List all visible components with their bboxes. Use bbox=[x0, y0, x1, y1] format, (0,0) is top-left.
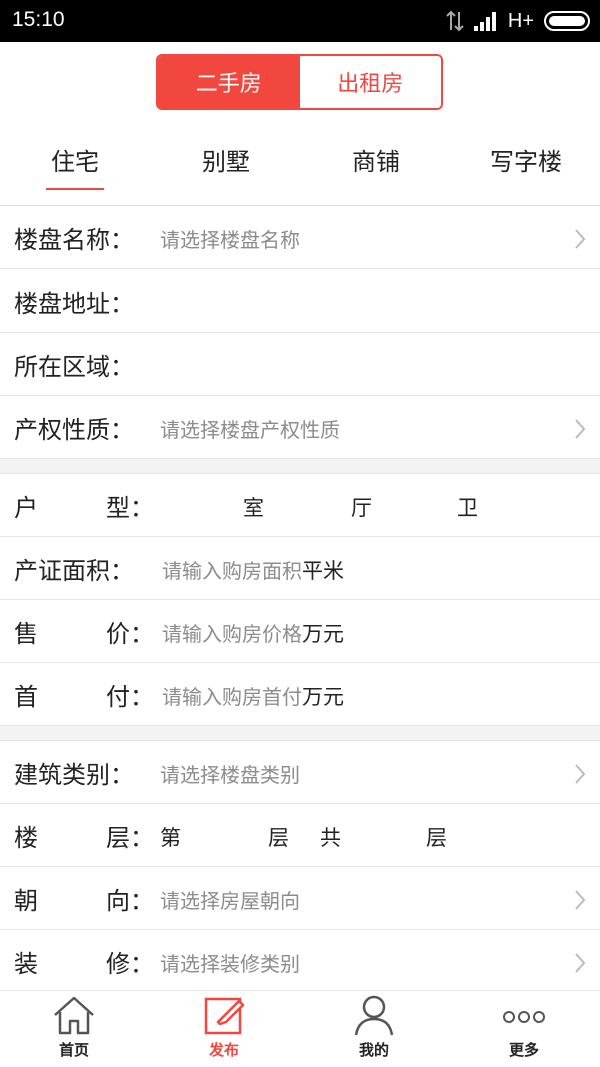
property-right-label: 产权性质： bbox=[14, 416, 134, 444]
decoration-placeholder: 请选择装修类别 bbox=[160, 952, 300, 976]
chevron-right-icon bbox=[575, 419, 586, 439]
edit-icon bbox=[204, 997, 245, 1035]
down-payment-input[interactable]: 请输入购房首付万元 bbox=[162, 681, 344, 711]
estate-name-placeholder: 请选择楼盘名称 bbox=[160, 228, 300, 252]
down-payment-label: 首付： bbox=[14, 683, 154, 711]
building-type-placeholder: 请选择楼盘类别 bbox=[160, 763, 300, 787]
nav-mine[interactable]: 我的 bbox=[324, 993, 424, 1060]
bottom-nav: 首页 发布 我的 更多 bbox=[0, 990, 600, 1067]
tab-villa[interactable]: 别墅 bbox=[171, 142, 281, 177]
estate-address-label: 楼盘地址： bbox=[14, 290, 134, 318]
section-divider bbox=[0, 459, 600, 474]
data-transfer-icon bbox=[446, 10, 464, 32]
price-input[interactable]: 请输入购房价格万元 bbox=[162, 618, 344, 648]
layout-label: 户型： bbox=[14, 494, 154, 522]
building-type-label: 建筑类别： bbox=[14, 761, 134, 789]
section-divider bbox=[0, 726, 600, 741]
nav-home[interactable]: 首页 bbox=[24, 993, 124, 1060]
estate-name-row[interactable]: 楼盘名称： 请选择楼盘名称 bbox=[0, 206, 600, 269]
estate-address-row[interactable]: 楼盘地址： bbox=[0, 270, 600, 333]
tab-shop[interactable]: 商铺 bbox=[321, 142, 431, 177]
building-type-row[interactable]: 建筑类别： 请选择楼盘类别 bbox=[0, 741, 600, 804]
tab-office[interactable]: 写字楼 bbox=[471, 142, 581, 177]
status-time: 15:10 bbox=[12, 8, 65, 31]
down-payment-unit: 万元 bbox=[302, 685, 344, 709]
down-payment-row[interactable]: 首付： 请输入购房首付万元 bbox=[0, 663, 600, 726]
price-unit: 万元 bbox=[302, 622, 344, 646]
floor-prefix: 第 bbox=[160, 826, 181, 850]
chevron-right-icon bbox=[575, 764, 586, 784]
more-icon bbox=[503, 1011, 545, 1023]
price-label: 售价： bbox=[14, 620, 154, 648]
chevron-right-icon bbox=[575, 953, 586, 973]
area-unit: 平米 bbox=[302, 559, 344, 583]
nav-home-label: 首页 bbox=[58, 1041, 89, 1059]
district-label: 所在区域： bbox=[14, 353, 134, 381]
estate-name-label: 楼盘名称： bbox=[14, 226, 134, 254]
active-tab-indicator bbox=[46, 188, 104, 190]
area-label: 产证面积： bbox=[14, 557, 134, 585]
hall-unit: 厅 bbox=[351, 496, 372, 520]
status-bar: 15:10 H+ bbox=[0, 0, 600, 42]
area-input[interactable]: 请输入购房面积平米 bbox=[162, 555, 344, 585]
floor-row: 楼层： 第 层 共 层 bbox=[0, 804, 600, 867]
listing-type-switch: 二手房 出租房 bbox=[156, 54, 443, 110]
property-right-row[interactable]: 产权性质： 请选择楼盘产权性质 bbox=[0, 396, 600, 459]
chevron-right-icon bbox=[575, 890, 586, 910]
signal-icon bbox=[473, 12, 496, 31]
price-row[interactable]: 售价： 请输入购房价格万元 bbox=[0, 600, 600, 663]
chevron-right-icon bbox=[575, 229, 586, 249]
nav-more-label: 更多 bbox=[508, 1041, 539, 1059]
decoration-row[interactable]: 装修： 请选择装修类别 bbox=[0, 930, 600, 993]
status-icons: H+ bbox=[446, 8, 590, 34]
floor-total: 共 bbox=[320, 826, 341, 850]
network-type: H+ bbox=[507, 9, 534, 32]
home-icon bbox=[54, 996, 94, 1035]
user-icon bbox=[354, 995, 394, 1036]
tab-rental[interactable]: 出租房 bbox=[299, 56, 441, 108]
layout-row: 户型： 室 厅 卫 bbox=[0, 474, 600, 537]
floor-suffix: 层 bbox=[426, 826, 447, 850]
nav-more[interactable]: 更多 bbox=[474, 993, 574, 1060]
property-right-placeholder: 请选择楼盘产权性质 bbox=[160, 418, 340, 442]
nav-publish-label: 发布 bbox=[208, 1041, 239, 1059]
orientation-row[interactable]: 朝向： 请选择房屋朝向 bbox=[0, 867, 600, 930]
battery-icon bbox=[544, 11, 590, 31]
room-unit: 室 bbox=[243, 496, 264, 520]
district-row[interactable]: 所在区域： bbox=[0, 333, 600, 396]
floor-label: 楼层： bbox=[14, 824, 154, 852]
bath-unit: 卫 bbox=[457, 496, 478, 520]
orientation-label: 朝向： bbox=[14, 887, 154, 915]
floor-mid: 层 bbox=[268, 826, 289, 850]
area-row[interactable]: 产证面积： 请输入购房面积平米 bbox=[0, 537, 600, 600]
tab-second-hand[interactable]: 二手房 bbox=[158, 56, 300, 108]
property-category-tabs: 住宅 别墅 商铺 写字楼 bbox=[0, 128, 600, 206]
nav-publish[interactable]: 发布 bbox=[174, 993, 274, 1060]
orientation-placeholder: 请选择房屋朝向 bbox=[160, 889, 300, 913]
nav-mine-label: 我的 bbox=[358, 1041, 389, 1059]
decoration-label: 装修： bbox=[14, 950, 154, 978]
tab-residential[interactable]: 住宅 bbox=[20, 142, 130, 177]
